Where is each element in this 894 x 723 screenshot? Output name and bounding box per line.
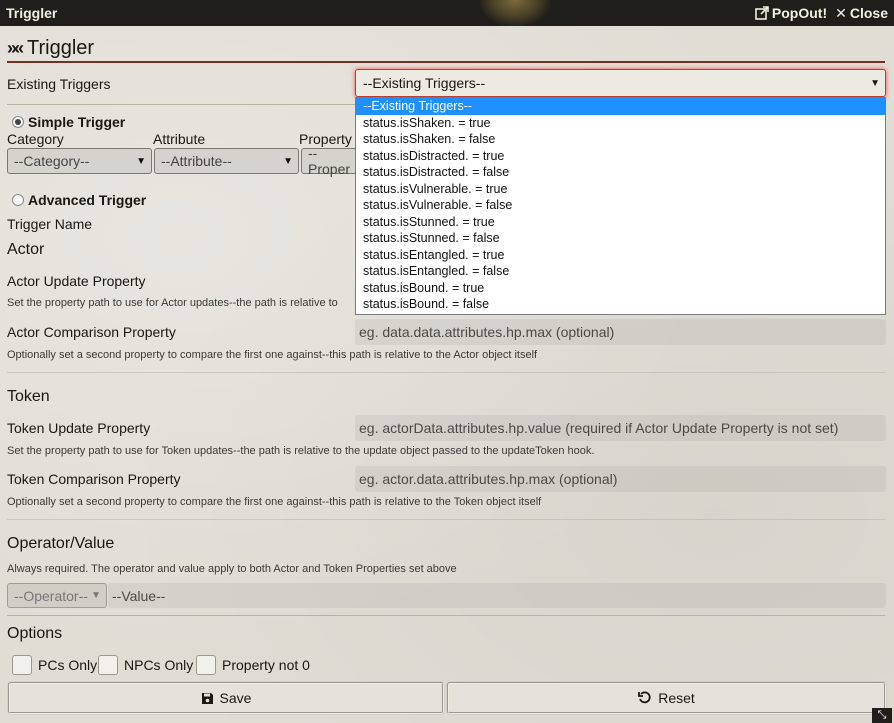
radio-icon (12, 116, 24, 128)
dropdown-option[interactable]: status.isStunned. = true (356, 214, 885, 231)
dropdown-option[interactable]: status.isEntangled. = false (356, 263, 885, 280)
crest-logo (480, 0, 550, 26)
page-title: »« Triggler (7, 36, 885, 63)
chevron-down-icon: ▼ (283, 155, 293, 167)
value-placeholder: --Value-- (112, 587, 166, 604)
existing-triggers-dropdown[interactable]: --Existing Triggers-- status.isShaken. = … (355, 97, 886, 315)
pcs-only-checkbox[interactable]: PCs Only (12, 655, 97, 675)
trigger-name-label: Trigger Name (7, 216, 93, 232)
resize-icon: ⤡ (877, 709, 887, 721)
triggler-icon: »« (7, 38, 24, 58)
property-select[interactable]: --Proper (301, 145, 355, 177)
value-input[interactable]: --Value-- (108, 583, 886, 608)
token-update-input[interactable]: eg. actorData.attributes.hp.value (requi… (355, 415, 886, 441)
save-icon (201, 692, 213, 704)
save-label: Save (219, 690, 252, 706)
close-label: Close (849, 5, 888, 21)
token-update-placeholder: eg. actorData.attributes.hp.value (requi… (359, 420, 839, 436)
page-title-text: Triggler (27, 37, 95, 59)
token-update-hint: Set the property path to use for Token u… (7, 445, 595, 457)
attribute-value: --Attribute-- (161, 153, 232, 169)
category-label: Category (7, 131, 64, 147)
operator-hint: Always required. The operator and value … (7, 563, 457, 575)
close-icon: ✕ (835, 4, 847, 21)
npcs-only-checkbox[interactable]: NPCs Only (98, 655, 193, 675)
token-section-title: Token (7, 388, 50, 405)
actor-section-title: Actor (7, 241, 45, 258)
resize-handle[interactable]: ⤡ (872, 708, 892, 723)
category-select[interactable]: --Category-- ▼ (7, 148, 152, 174)
checkbox-icon (98, 655, 118, 675)
token-comparison-placeholder: eg. actor.data.attributes.hp.max (option… (359, 471, 618, 487)
chevron-down-icon: ▼ (136, 155, 146, 167)
actor-comparison-hint: Optionally set a second property to comp… (7, 349, 538, 361)
dropdown-option[interactable]: status.isDistracted. = false (356, 164, 885, 181)
dropdown-option[interactable]: --Existing Triggers-- (356, 98, 885, 115)
simple-trigger-radio[interactable]: Simple Trigger (12, 114, 125, 130)
existing-triggers-label: Existing Triggers (7, 76, 111, 92)
divider (7, 519, 885, 520)
checkbox-icon (12, 655, 32, 675)
dropdown-option[interactable]: status.isStunned. = false (356, 230, 885, 247)
dropdown-option[interactable]: status.isVulnerable. = true (356, 181, 885, 198)
dropdown-option[interactable]: status.isEntangled. = true (356, 247, 885, 264)
property-not-0-label: Property not 0 (222, 657, 310, 673)
token-comparison-input[interactable]: eg. actor.data.attributes.hp.max (option… (355, 466, 886, 492)
divider (7, 615, 885, 616)
chevron-down-icon: ▼ (870, 77, 880, 89)
operator-value: --Operator-- (14, 587, 88, 604)
options-section-title: Options (7, 625, 63, 642)
dropdown-option[interactable]: status.isShaken. = true (356, 115, 885, 132)
simple-trigger-label: Simple Trigger (28, 114, 126, 130)
dropdown-option[interactable]: status.isVulnerable. = false (356, 197, 885, 214)
reset-button[interactable]: Reset (447, 682, 886, 714)
operator-section-title: Operator/Value (7, 535, 115, 552)
reset-label: Reset (658, 690, 695, 706)
dropdown-option[interactable]: status.isBound. = true (356, 280, 885, 297)
dropdown-option[interactable]: status.isBound. = false (356, 296, 885, 313)
pcs-only-label: PCs Only (38, 657, 98, 673)
property-value: --Proper (308, 145, 351, 177)
attribute-label: Attribute (153, 131, 206, 147)
dropdown-option[interactable]: status.isDistracted. = true (356, 148, 885, 165)
window-content: »« Triggler Existing Triggers --Existing… (0, 26, 894, 723)
operator-select[interactable]: --Operator-- ▼ (7, 583, 107, 608)
property-not-0-checkbox[interactable]: Property not 0 (196, 655, 310, 675)
actor-comparison-label: Actor Comparison Property (7, 324, 176, 340)
divider (7, 372, 885, 373)
npcs-only-label: NPCs Only (124, 657, 194, 673)
popout-button[interactable]: PopOut! (755, 5, 827, 22)
advanced-trigger-radio[interactable]: Advanced Trigger (12, 192, 146, 208)
window-title: Triggler (6, 5, 58, 21)
existing-triggers-select[interactable]: --Existing Triggers-- ▼ (355, 69, 886, 97)
token-update-label: Token Update Property (7, 420, 151, 436)
dropdown-option[interactable]: status.isShaken. = false (356, 131, 885, 148)
undo-icon (638, 691, 651, 704)
attribute-select[interactable]: --Attribute-- ▼ (154, 148, 299, 174)
close-button[interactable]: ✕ Close (835, 5, 888, 22)
advanced-trigger-label: Advanced Trigger (28, 192, 147, 208)
actor-update-label: Actor Update Property (7, 273, 146, 289)
token-comparison-hint: Optionally set a second property to comp… (7, 496, 542, 508)
window-titlebar[interactable]: Triggler PopOut! ✕ Close (0, 0, 894, 26)
actor-comparison-placeholder: eg. data.data.attributes.hp.max (optiona… (359, 324, 615, 340)
popout-icon (755, 6, 769, 20)
existing-triggers-value: --Existing Triggers-- (363, 75, 486, 91)
actor-comparison-input[interactable]: eg. data.data.attributes.hp.max (optiona… (355, 319, 886, 345)
chevron-down-icon: ▼ (91, 590, 101, 601)
popout-label: PopOut! (771, 5, 828, 21)
category-value: --Category-- (14, 153, 90, 169)
token-comparison-label: Token Comparison Property (7, 471, 181, 487)
actor-update-hint: Set the property path to use for Actor u… (7, 297, 338, 309)
checkbox-icon (196, 655, 216, 675)
save-button[interactable]: Save (8, 682, 444, 714)
radio-icon (12, 194, 24, 206)
